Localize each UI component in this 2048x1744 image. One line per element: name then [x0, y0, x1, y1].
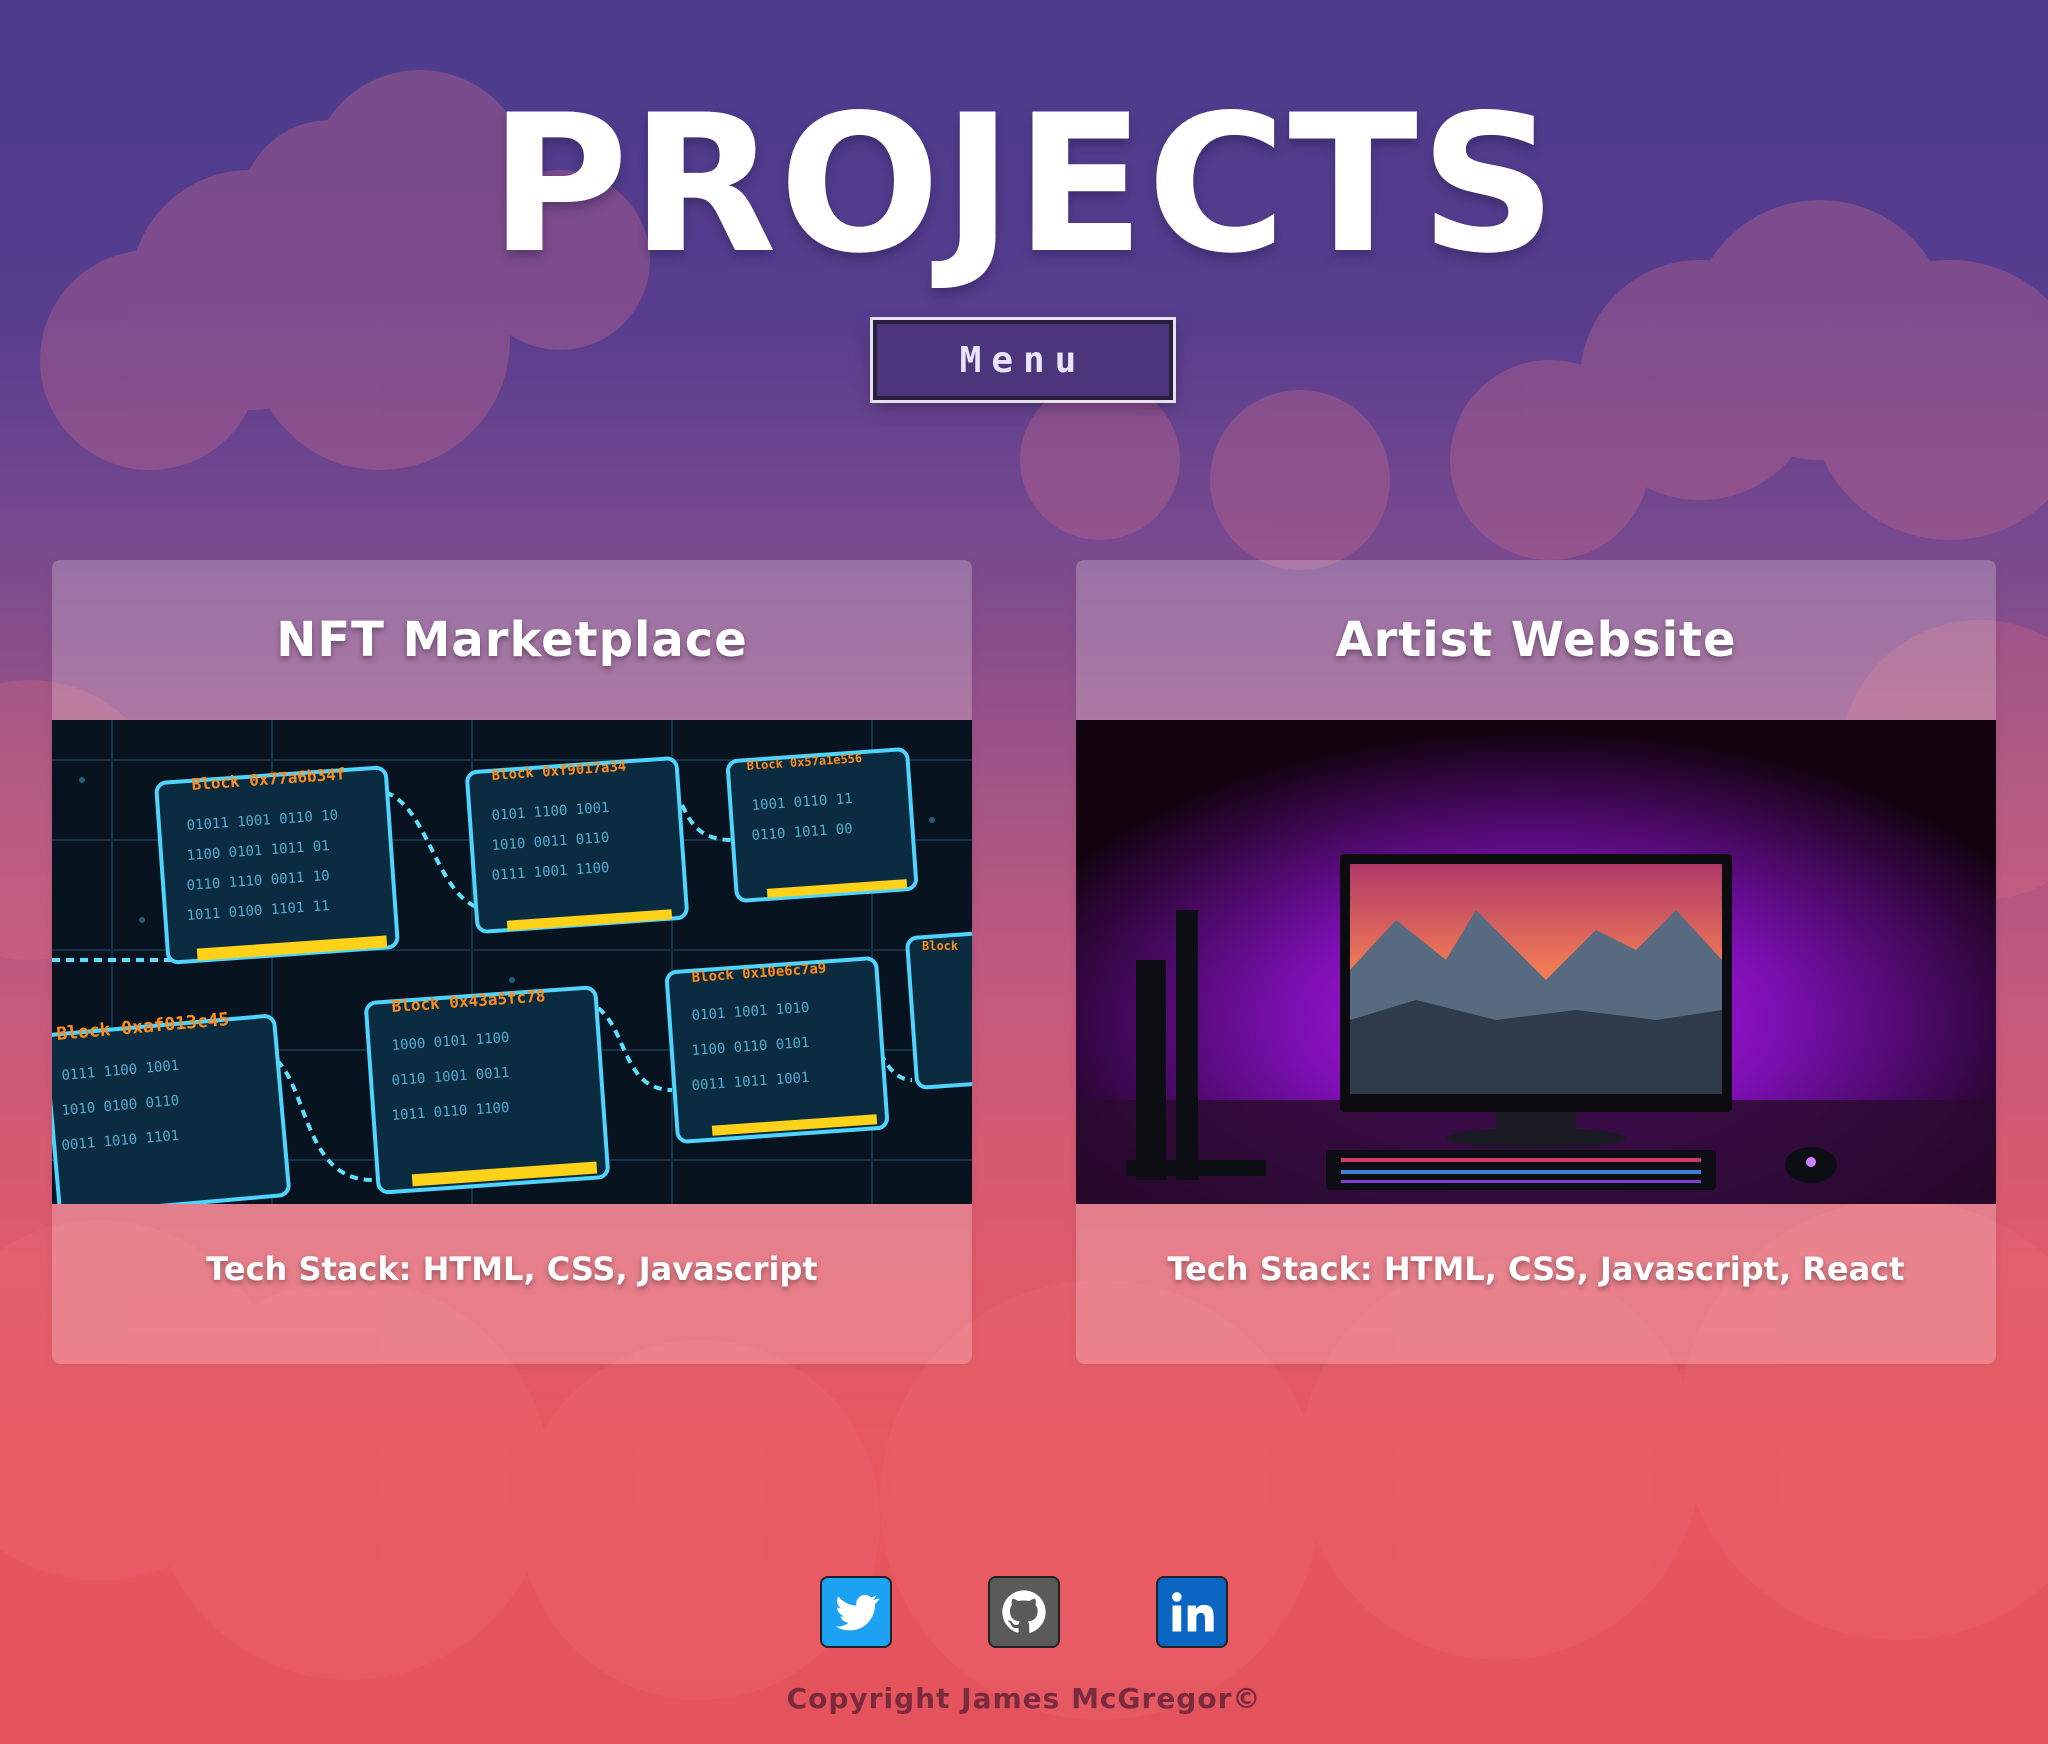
project-card[interactable]: NFT Marketplace Block 0x77a6b34f Block 0…	[52, 560, 972, 1364]
tech-stack: Tech Stack: HTML, CSS, Javascript	[206, 1250, 818, 1288]
project-title: NFT Marketplace	[276, 612, 748, 668]
desktop-monitor-photo	[1076, 720, 1996, 1204]
github-icon	[1002, 1590, 1046, 1633]
copyright-text: Copyright James McGregor©	[786, 1682, 1262, 1715]
menu-button[interactable]: Menu	[873, 320, 1173, 400]
project-card[interactable]: Artist Website Tech Stack: HTML, CSS, Ja…	[1076, 560, 1996, 1364]
linkedin-icon	[1172, 1592, 1214, 1632]
project-image-artist[interactable]	[1076, 720, 1996, 1204]
linkedin-link[interactable]	[1156, 1576, 1228, 1648]
blockchain-illustration: Block 0x77a6b34f Block 0xf9017a34 Block …	[52, 720, 972, 1204]
twitter-icon	[835, 1594, 880, 1631]
page-title: PROJECTS	[489, 74, 1559, 295]
github-link[interactable]	[988, 1576, 1060, 1648]
block-label: Block	[922, 939, 959, 953]
tech-stack: Tech Stack: HTML, CSS, Javascript, React	[1167, 1250, 1905, 1288]
project-image-nft[interactable]: Block 0x77a6b34f Block 0xf9017a34 Block …	[52, 720, 972, 1204]
twitter-link[interactable]	[820, 1576, 892, 1648]
project-title: Artist Website	[1335, 612, 1737, 668]
